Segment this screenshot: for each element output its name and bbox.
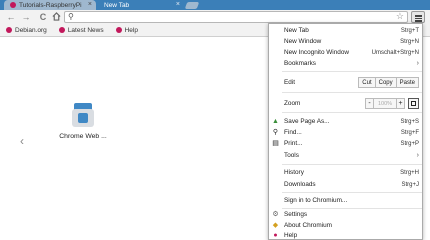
menu-shortcut: Strg+T bbox=[400, 27, 419, 34]
menu-shortcut: Strg+S bbox=[400, 118, 419, 125]
find-icon: ⚲ bbox=[272, 129, 279, 136]
menu-item-label: Sign in to Chromium... bbox=[284, 197, 348, 204]
gear-icon: ⚙ bbox=[272, 211, 279, 218]
menu-item-save-page[interactable]: ▲ Save Page As... Strg+S bbox=[269, 116, 422, 127]
address-bar[interactable]: ⚲ ☆ bbox=[64, 11, 408, 23]
menu-item-edit: Edit Cut Copy Paste bbox=[269, 77, 422, 88]
menu-shortcut: Strg+P bbox=[400, 140, 419, 147]
forward-button[interactable]: → bbox=[21, 12, 31, 22]
menu-bar bbox=[415, 15, 422, 17]
menu-item-history[interactable]: History Strg+H bbox=[269, 167, 422, 178]
back-button[interactable]: ← bbox=[6, 12, 16, 22]
chrome-menu: New Tab Strg+T New Window Strg+N New Inc… bbox=[268, 23, 423, 240]
menu-separator bbox=[282, 92, 422, 93]
menu-item-new-window[interactable]: New Window Strg+N bbox=[269, 36, 422, 47]
menu-item-label: Zoom bbox=[284, 100, 301, 107]
previous-page-arrow[interactable]: ‹ bbox=[20, 134, 24, 148]
menu-item-new-tab[interactable]: New Tab Strg+T bbox=[269, 25, 422, 36]
menu-item-label: History bbox=[284, 169, 304, 176]
zoom-controls: - 100% + bbox=[365, 98, 419, 109]
save-page-icon: ▲ bbox=[272, 118, 279, 125]
menu-bar bbox=[415, 17, 422, 19]
paste-button[interactable]: Paste bbox=[395, 77, 419, 88]
menu-shortcut: Strg+F bbox=[400, 129, 419, 136]
toolbar: ← → C ⚲ ☆ bbox=[0, 10, 430, 24]
chrome-menu-button[interactable] bbox=[411, 11, 425, 23]
menu-shortcut: Umschalt+Strg+N bbox=[371, 49, 419, 56]
bookmark-help[interactable]: Help bbox=[115, 26, 138, 34]
menu-item-zoom: Zoom - 100% + bbox=[269, 98, 422, 109]
cut-button[interactable]: Cut bbox=[358, 77, 376, 88]
tab-title: Tutorials-RaspberryPi bbox=[19, 1, 82, 9]
menu-separator bbox=[282, 164, 422, 165]
menu-shortcut: Strg+J bbox=[401, 181, 419, 188]
menu-shortcut: Strg+H bbox=[400, 169, 419, 176]
tab-tutorials[interactable]: Tutorials-RaspberryPi × bbox=[4, 0, 96, 10]
help-icon: ● bbox=[273, 232, 278, 239]
menu-separator bbox=[282, 192, 422, 193]
tab-close-icon[interactable]: × bbox=[176, 1, 180, 8]
menu-item-label: Downloads bbox=[284, 181, 316, 188]
search-icon: ⚲ bbox=[68, 12, 74, 21]
menu-item-bookmarks[interactable]: Bookmarks › bbox=[269, 58, 422, 69]
reload-button[interactable]: C bbox=[38, 12, 48, 22]
raspberry-icon bbox=[58, 27, 65, 33]
menu-bar bbox=[415, 20, 422, 22]
menu-item-label: Tools bbox=[284, 152, 299, 159]
menu-item-label: Edit bbox=[284, 79, 296, 86]
menu-item-new-incognito[interactable]: New Incognito Window Umschalt+Strg+N bbox=[269, 47, 422, 58]
menu-item-help[interactable]: ● Help bbox=[269, 230, 422, 240]
edit-button-group: Cut Copy Paste bbox=[358, 77, 419, 88]
menu-item-label: New Incognito Window bbox=[284, 49, 350, 56]
debian-icon bbox=[6, 27, 12, 33]
menu-item-label: About Chromium bbox=[284, 222, 332, 229]
zoom-out-button[interactable]: - bbox=[365, 98, 374, 109]
bookmark-label: Help bbox=[124, 26, 138, 34]
app-label: Chrome Web ... bbox=[59, 133, 107, 140]
menu-item-sign-in[interactable]: Sign in to Chromium... bbox=[269, 195, 422, 206]
zoom-in-button[interactable]: + bbox=[396, 98, 405, 109]
menu-item-label: Print... bbox=[284, 140, 303, 147]
menu-item-label: New Window bbox=[284, 38, 322, 45]
menu-item-settings[interactable]: ⚙ Settings bbox=[269, 209, 422, 220]
menu-item-label: Settings bbox=[284, 211, 308, 218]
menu-separator bbox=[282, 112, 422, 113]
bookmark-label: Debian.org bbox=[15, 26, 47, 34]
menu-item-print[interactable]: ▤ Print... Strg+P bbox=[269, 138, 422, 149]
chromium-icon: ◆ bbox=[272, 222, 279, 229]
menu-item-downloads[interactable]: Downloads Strg+J bbox=[269, 179, 422, 190]
menu-item-find[interactable]: ⚲ Find... Strg+F bbox=[269, 127, 422, 138]
bookmark-label: Latest News bbox=[67, 26, 104, 34]
home-button[interactable] bbox=[51, 12, 61, 22]
submenu-arrow-icon: › bbox=[416, 152, 419, 159]
menu-item-label: Help bbox=[284, 232, 298, 239]
tab-close-icon[interactable]: × bbox=[88, 1, 92, 8]
raspberry-favicon-icon bbox=[10, 2, 16, 8]
tab-strip: Tutorials-RaspberryPi × New Tab × bbox=[0, 0, 430, 10]
home-icon bbox=[51, 12, 61, 21]
menu-item-label: Bookmarks bbox=[284, 60, 316, 67]
bookmark-latest-news[interactable]: Latest News bbox=[58, 26, 104, 34]
app-tile-chrome-web-store[interactable]: Chrome Web ... bbox=[58, 101, 108, 140]
zoom-level: 100% bbox=[374, 98, 396, 109]
submenu-arrow-icon: › bbox=[416, 60, 419, 67]
print-icon: ▤ bbox=[272, 140, 279, 147]
fullscreen-icon bbox=[411, 101, 416, 106]
menu-separator bbox=[282, 71, 422, 72]
menu-item-tools[interactable]: Tools › bbox=[269, 150, 422, 161]
new-tab-button[interactable] bbox=[184, 2, 200, 9]
web-store-icon bbox=[70, 101, 96, 127]
bookmark-debian[interactable]: Debian.org bbox=[6, 27, 47, 34]
menu-shortcut: Strg+N bbox=[400, 38, 419, 45]
raspberry-icon bbox=[115, 27, 122, 33]
menu-item-label: New Tab bbox=[284, 27, 309, 34]
tab-new-tab[interactable]: New Tab × bbox=[98, 0, 184, 10]
fullscreen-button[interactable] bbox=[408, 98, 419, 109]
tab-title: New Tab bbox=[104, 1, 130, 9]
copy-button[interactable]: Copy bbox=[374, 77, 397, 88]
menu-item-label: Save Page As... bbox=[284, 118, 330, 125]
bookmark-star-icon[interactable]: ☆ bbox=[396, 11, 404, 22]
menu-item-label: Find... bbox=[284, 129, 302, 136]
